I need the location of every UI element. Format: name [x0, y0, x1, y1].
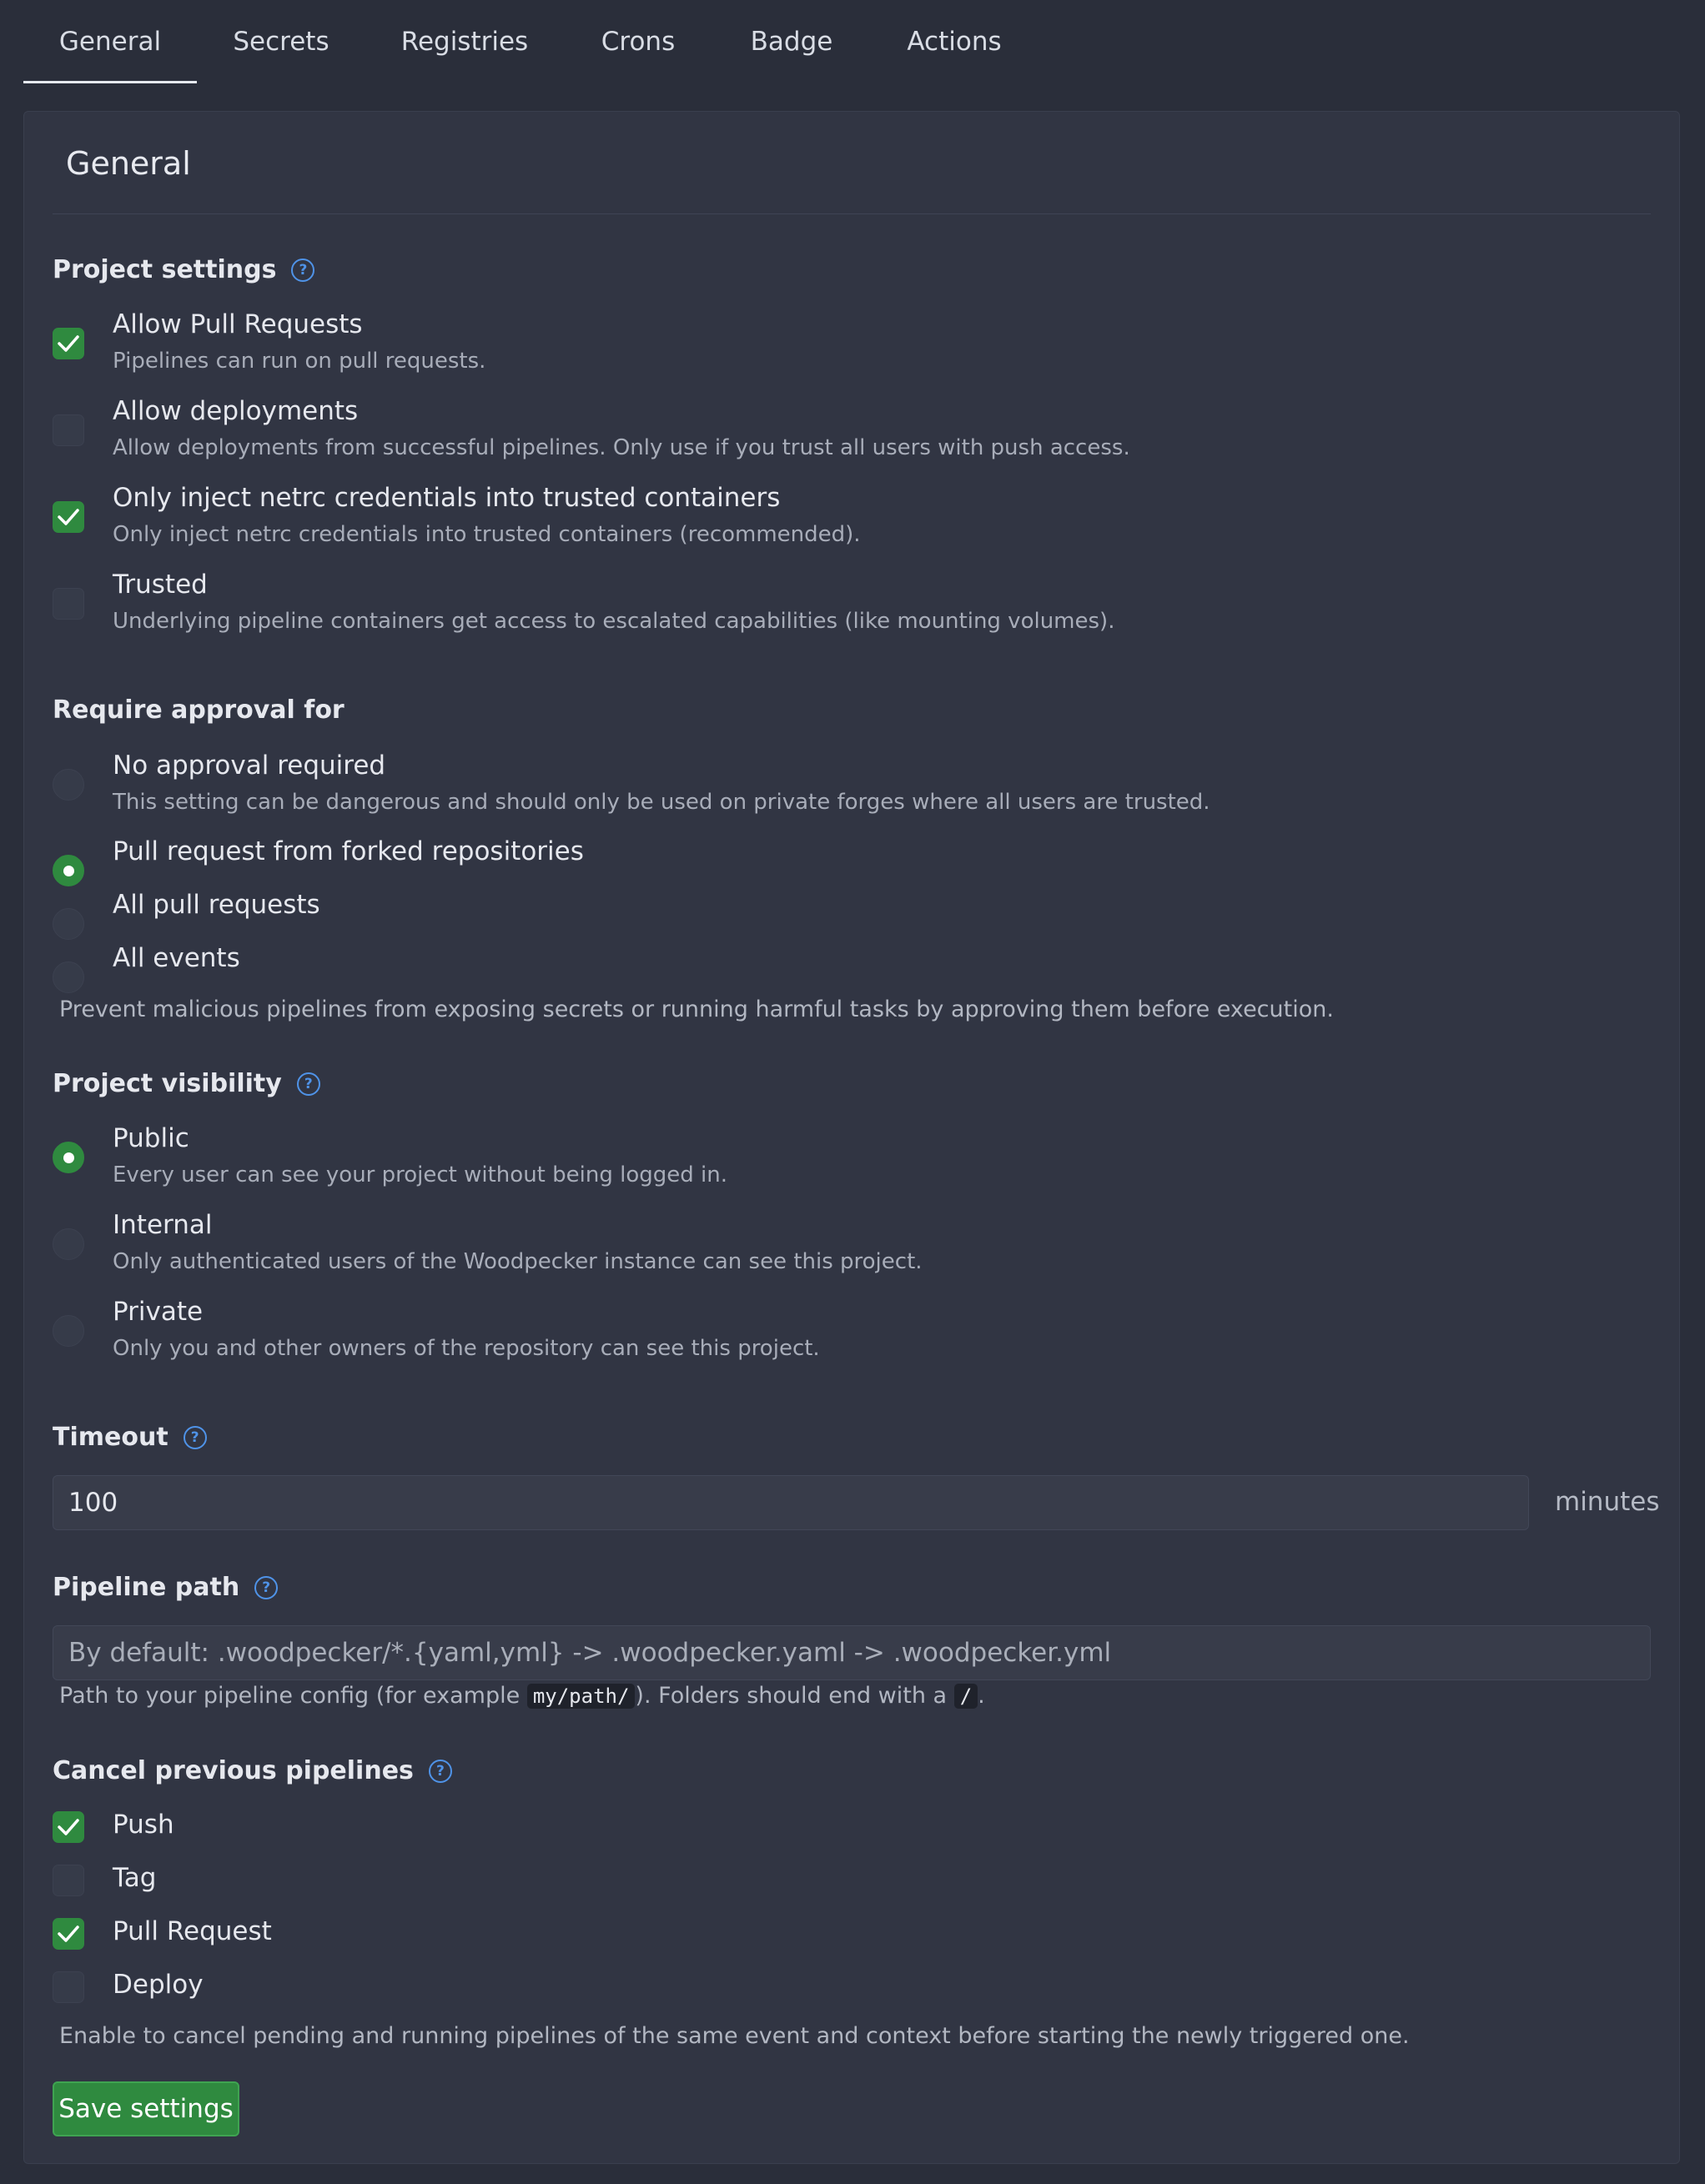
project-visibility-heading-text: Project visibility	[53, 1069, 282, 1098]
timeout-unit: minutes	[1555, 1487, 1660, 1517]
project-settings-heading-text: Project settings	[53, 255, 277, 284]
allow-pull-requests-checkbox[interactable]	[53, 328, 84, 359]
trusted-checkbox[interactable]	[53, 588, 84, 620]
visibility-public-desc: Every user can see your project without …	[113, 1162, 727, 1187]
cancel-tag-checkbox[interactable]	[53, 1865, 84, 1896]
settings-card: General Project settings ? Allow Pull Re…	[23, 111, 1680, 2164]
settings-tabs: General Secrets Registries Crons Badge A…	[0, 0, 1705, 83]
tab-secrets[interactable]: Secrets	[197, 0, 365, 83]
require-approval-heading: Require approval for	[53, 695, 345, 725]
timeout-heading: Timeout ?	[53, 1423, 207, 1452]
cancel-push-label[interactable]: Push	[113, 1810, 174, 1840]
timeout-input[interactable]: 100	[53, 1475, 1529, 1530]
visibility-internal-label[interactable]: Internal	[113, 1210, 212, 1240]
project-visibility-heading: Project visibility ?	[53, 1069, 320, 1098]
cancel-deploy-checkbox[interactable]	[53, 1971, 84, 2003]
approval-all-prs-label[interactable]: All pull requests	[113, 890, 320, 920]
visibility-private-label[interactable]: Private	[113, 1297, 203, 1327]
approval-forks-label[interactable]: Pull request from forked repositories	[113, 836, 584, 866]
timeout-heading-text: Timeout	[53, 1423, 168, 1452]
approval-all-events-radio[interactable]	[53, 961, 84, 993]
pipeline-path-input[interactable]: By default: .woodpecker/*.{yaml,yml} -> …	[53, 1625, 1651, 1680]
project-settings-heading: Project settings ?	[53, 255, 315, 284]
pipeline-path-heading: Pipeline path ?	[53, 1573, 279, 1602]
pipeline-path-note-text: Path to your pipeline config (for exampl…	[59, 1683, 521, 1709]
trusted-desc: Underlying pipeline containers get acces…	[113, 609, 1115, 634]
card-title: General	[66, 145, 191, 182]
cancel-previous-note: Enable to cancel pending and running pip…	[59, 2023, 1410, 2049]
approval-none-desc: This setting can be dangerous and should…	[113, 790, 1210, 815]
visibility-private-desc: Only you and other owners of the reposit…	[113, 1336, 820, 1361]
radio-selected-dot	[63, 865, 74, 876]
cancel-pull-request-label[interactable]: Pull Request	[113, 1916, 272, 1946]
allow-pull-requests-desc: Pipelines can run on pull requests.	[113, 349, 486, 374]
help-icon[interactable]: ?	[296, 1072, 320, 1096]
pipeline-path-heading-text: Pipeline path	[53, 1573, 240, 1602]
tab-registries[interactable]: Registries	[365, 0, 564, 83]
tab-actions[interactable]: Actions	[871, 0, 1038, 83]
allow-deployments-checkbox[interactable]	[53, 414, 84, 446]
netrc-trusted-checkbox[interactable]	[53, 501, 84, 533]
allow-deployments-desc: Allow deployments from successful pipeli…	[113, 435, 1130, 460]
visibility-internal-desc: Only authenticated users of the Woodpeck…	[113, 1249, 923, 1274]
visibility-public-radio[interactable]	[53, 1142, 84, 1173]
allow-deployments-label[interactable]: Allow deployments	[113, 396, 358, 426]
require-approval-heading-text: Require approval for	[53, 695, 345, 725]
approval-all-events-label[interactable]: All events	[113, 943, 240, 973]
approval-forks-radio[interactable]	[53, 855, 84, 886]
pipeline-path-note-text: .	[978, 1683, 985, 1709]
tab-badge[interactable]: Badge	[712, 0, 871, 83]
visibility-private-radio[interactable]	[53, 1315, 84, 1347]
pipeline-path-note-text: ). Folders should end with a	[635, 1683, 948, 1709]
cancel-previous-heading: Cancel previous pipelines ?	[53, 1756, 452, 1785]
checkmark-icon	[58, 1819, 79, 1835]
checkmark-icon	[58, 509, 79, 525]
checkmark-icon	[58, 1925, 79, 1942]
card-divider	[53, 213, 1651, 214]
visibility-internal-radio[interactable]	[53, 1228, 84, 1260]
help-icon[interactable]: ?	[291, 258, 315, 282]
pipeline-path-slash-code: /	[953, 1684, 978, 1709]
cancel-pull-request-checkbox[interactable]	[53, 1918, 84, 1950]
radio-selected-dot	[63, 1152, 74, 1163]
cancel-push-checkbox[interactable]	[53, 1811, 84, 1843]
approval-none-label[interactable]: No approval required	[113, 751, 385, 781]
visibility-public-label[interactable]: Public	[113, 1123, 189, 1153]
help-icon[interactable]: ?	[428, 1759, 452, 1783]
tab-crons[interactable]: Crons	[564, 0, 712, 83]
cancel-tag-label[interactable]: Tag	[113, 1863, 156, 1893]
netrc-trusted-desc: Only inject netrc credentials into trust…	[113, 522, 861, 547]
cancel-previous-heading-text: Cancel previous pipelines	[53, 1756, 414, 1785]
checkmark-icon	[58, 335, 79, 352]
allow-pull-requests-label[interactable]: Allow Pull Requests	[113, 309, 363, 339]
help-icon[interactable]: ?	[254, 1575, 279, 1599]
help-icon[interactable]: ?	[183, 1425, 207, 1449]
pipeline-path-example-code: my/path/	[526, 1684, 636, 1709]
save-settings-button[interactable]: Save settings	[53, 2081, 239, 2136]
trusted-label[interactable]: Trusted	[113, 570, 208, 600]
pipeline-path-note: Path to your pipeline config (for exampl…	[59, 1683, 985, 1709]
cancel-deploy-label[interactable]: Deploy	[113, 1970, 204, 2000]
approval-none-radio[interactable]	[53, 769, 84, 801]
tab-general[interactable]: General	[23, 0, 197, 83]
approval-all-prs-radio[interactable]	[53, 908, 84, 940]
approval-note: Prevent malicious pipelines from exposin…	[59, 997, 1334, 1022]
netrc-trusted-label[interactable]: Only inject netrc credentials into trust…	[113, 483, 780, 513]
